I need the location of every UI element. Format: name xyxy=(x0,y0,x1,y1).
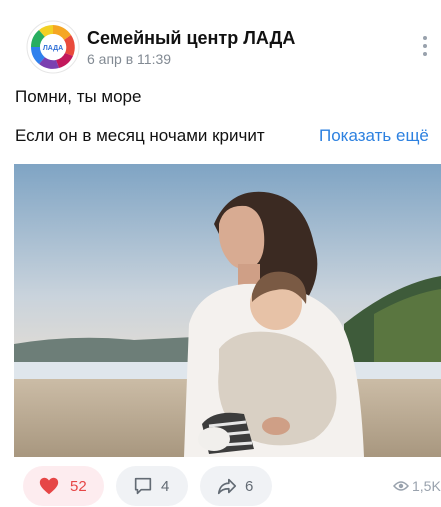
comment-button[interactable]: 4 xyxy=(116,466,188,506)
eye-icon xyxy=(393,481,409,491)
heart-icon xyxy=(39,477,59,495)
view-count: 1,5K xyxy=(412,478,441,494)
post-text-truncated: Если он в месяц ночами кричит Показать е… xyxy=(15,126,441,148)
post-photo[interactable] xyxy=(14,164,441,457)
post-actions: 52 4 6 1,5K xyxy=(0,464,441,507)
post-text-line: Помни, ты море xyxy=(15,87,142,106)
post-author[interactable]: Семейный центр ЛАДА xyxy=(87,28,295,49)
share-icon xyxy=(217,478,237,495)
like-count: 52 xyxy=(70,477,87,495)
post-header: ЛАДА Семейный центр ЛАДА 6 апр в 11:39 xyxy=(0,0,441,80)
text-fade xyxy=(267,126,317,148)
share-count: 6 xyxy=(245,477,254,495)
post-date[interactable]: 6 апр в 11:39 xyxy=(87,51,171,67)
comment-count: 4 xyxy=(161,477,170,495)
comment-icon xyxy=(134,477,152,495)
like-button[interactable]: 52 xyxy=(23,466,104,506)
wall-post: ЛАДА Семейный центр ЛАДА 6 апр в 11:39 П… xyxy=(0,0,441,507)
more-options-icon[interactable] xyxy=(417,36,433,60)
post-text-line: Если он в месяц ночами кричит xyxy=(15,126,265,145)
share-button[interactable]: 6 xyxy=(200,466,272,506)
views-counter: 1,5K xyxy=(393,478,441,494)
show-more-link[interactable]: Показать ещё xyxy=(317,126,429,146)
avatar-logo-text: ЛАДА xyxy=(43,45,63,52)
community-avatar[interactable]: ЛАДА xyxy=(26,20,80,74)
